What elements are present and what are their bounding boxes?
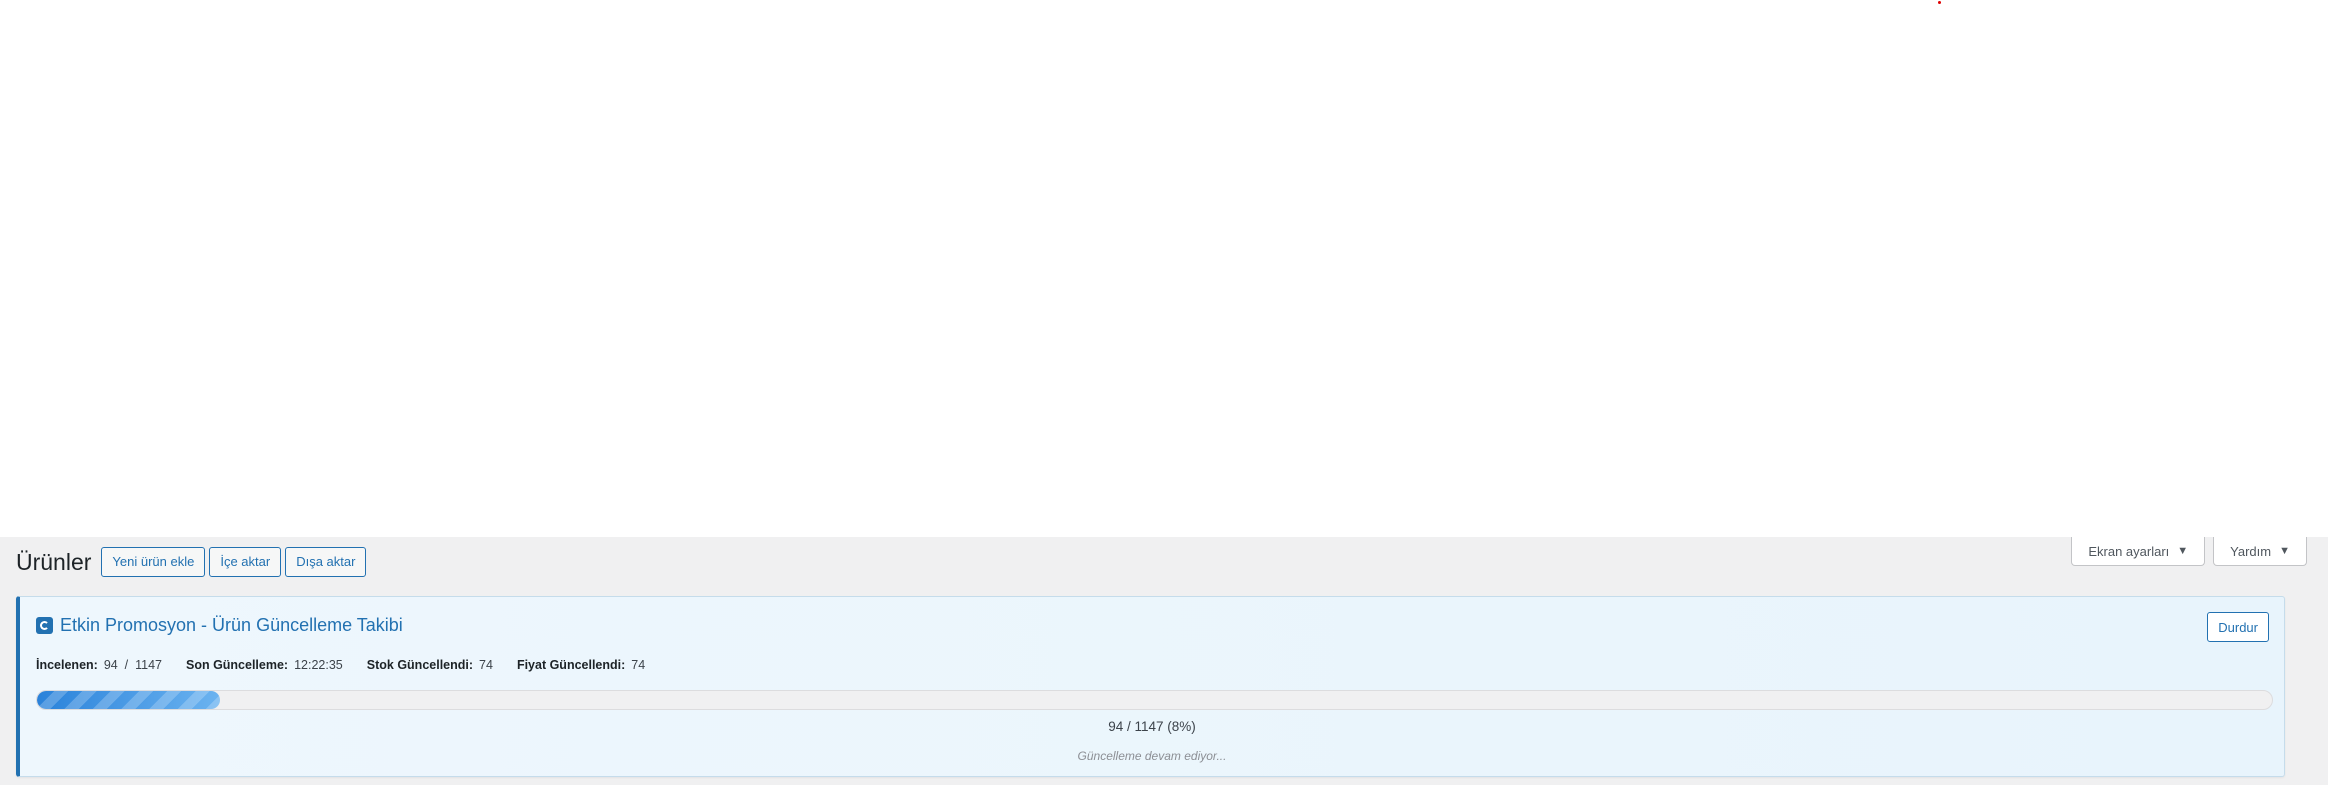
import-button[interactable]: İçe aktar	[209, 547, 282, 577]
help-label: Yardım	[2230, 543, 2272, 559]
progress-text: 94 / 1147 (8%)	[1108, 719, 1196, 734]
status-text: Güncelleme devam ediyor...	[1077, 749, 1227, 763]
stat-last-update-value: 12:22:35	[294, 658, 343, 672]
stat-last-update: Son Güncelleme: 12:22:35	[186, 658, 343, 672]
caret-down-icon: ▼	[2177, 545, 2189, 557]
screen-options-label: Ekran ayarları	[2088, 543, 2170, 559]
caret-down-icon: ▼	[2279, 545, 2290, 557]
stat-price-value: 74	[631, 658, 646, 672]
red-dot-marker	[1938, 1, 1941, 4]
admin-page: Ekran ayarları ▼ Yardım ▼ Ürünler Yeni ü…	[0, 537, 2328, 785]
progress-bar	[36, 690, 2273, 710]
stat-stock-updated: Stok Güncellendi: 74	[367, 658, 493, 672]
stat-reviewed-label: İncelenen:	[36, 658, 98, 672]
help-button[interactable]: Yardım ▼	[2213, 537, 2307, 566]
tracker-title: Etkin Promosyon - Ürün Güncelleme Takibi	[36, 615, 403, 636]
stat-price-updated: Fiyat Güncellendi: 74	[517, 658, 645, 672]
export-button[interactable]: Dışa aktar	[285, 547, 367, 577]
stat-last-update-label: Son Güncelleme:	[185, 658, 289, 672]
screen-options-button[interactable]: Ekran ayarları ▼	[2071, 537, 2206, 566]
tracker-stats: İncelenen: 94 / 1147 Son Güncelleme: 12:…	[36, 658, 645, 672]
stat-price-label: Fiyat Güncellendi:	[516, 658, 626, 672]
update-tracker-panel: Etkin Promosyon - Ürün Güncelleme Takibi…	[16, 596, 2285, 777]
stat-stock-label: Stok Güncellendi:	[366, 658, 474, 672]
progress-bar-fill	[37, 691, 221, 709]
stat-reviewed-value: 94 / 1147	[103, 658, 162, 672]
add-new-product-button[interactable]: Yeni ürün ekle	[101, 547, 206, 577]
screen-meta-links: Ekran ayarları ▼ Yardım ▼	[2071, 537, 2307, 566]
tracker-title-text: Etkin Promosyon - Ürün Güncelleme Takibi	[60, 615, 403, 635]
sync-icon	[36, 617, 53, 634]
page-header: Ürünler Yeni ürün ekle İçe aktar Dışa ak…	[16, 547, 367, 577]
stat-reviewed: İncelenen: 94 / 1147	[36, 658, 162, 672]
blank-content-area	[0, 0, 2328, 537]
stat-stock-value: 74	[479, 658, 493, 672]
stop-button[interactable]: Durdur	[2207, 612, 2269, 642]
page-title: Ürünler	[16, 548, 92, 575]
